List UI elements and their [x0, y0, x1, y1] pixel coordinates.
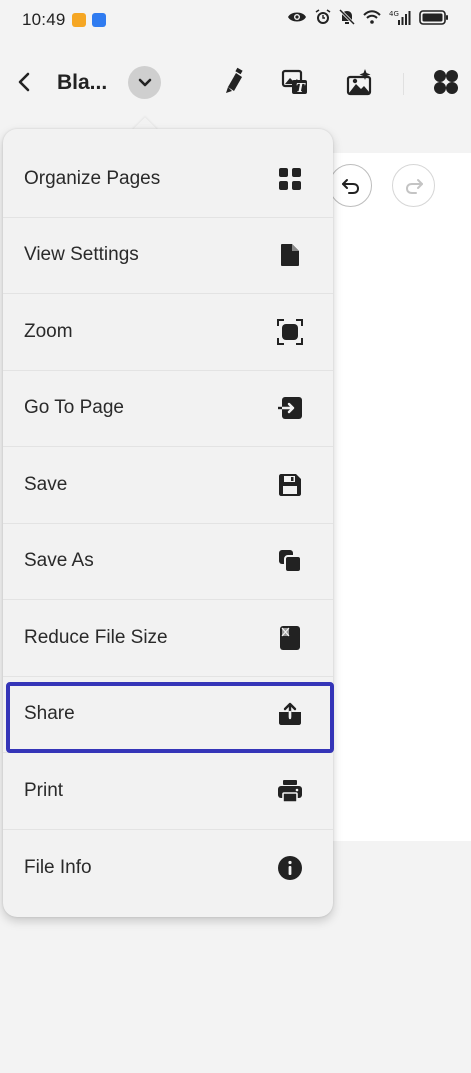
info-icon	[277, 855, 303, 881]
menu-item-reduce-file-size[interactable]: Reduce File Size	[3, 600, 333, 677]
undo-button[interactable]	[329, 164, 372, 207]
grid-icon	[277, 166, 303, 192]
menu-item-label: File Info	[24, 856, 92, 878]
redo-icon	[405, 178, 423, 194]
toolbar-divider	[403, 73, 404, 95]
mute-icon	[339, 9, 355, 25]
menu-item-label: Go To Page	[24, 397, 125, 419]
status-icons: 4G	[287, 9, 449, 25]
menu-item-label: Zoom	[24, 320, 73, 342]
go-to-page-icon	[277, 395, 303, 421]
redo-button[interactable]	[392, 164, 435, 207]
status-time: 10:49	[22, 10, 66, 29]
alarm-icon	[315, 9, 331, 24]
image-edit-icon[interactable]	[345, 67, 375, 97]
signal-icon: 4G	[389, 10, 411, 25]
status-bar: 10:49 4G	[0, 0, 471, 40]
back-arrow-icon[interactable]	[14, 68, 36, 96]
printer-icon	[277, 778, 303, 804]
compress-file-icon	[277, 625, 303, 651]
menu-item-label: Save	[24, 473, 68, 495]
file-menu: Organize Pages View Settings Zoom Go To …	[3, 129, 333, 917]
menu-item-view-settings[interactable]: View Settings	[3, 218, 333, 294]
menu-item-save[interactable]: Save	[3, 447, 333, 524]
notification-app-icon	[71, 13, 86, 27]
menu-item-organize-pages[interactable]: Organize Pages	[3, 141, 333, 218]
svg-text:T: T	[296, 81, 306, 95]
menu-item-label: Save As	[24, 550, 94, 572]
menu-dropdown-button[interactable]	[128, 66, 161, 99]
menu-item-label: View Settings	[24, 244, 139, 266]
apps-icon[interactable]	[431, 67, 461, 97]
undo-icon	[341, 178, 359, 194]
highlighter-icon[interactable]	[218, 67, 248, 97]
zoom-frame-icon	[277, 318, 303, 345]
battery-icon	[419, 9, 448, 25]
menu-item-file-info[interactable]: File Info	[3, 830, 333, 907]
copy-icon	[277, 548, 303, 574]
eye-icon	[288, 12, 306, 22]
floppy-disk-icon	[277, 472, 303, 498]
chevron-down-icon	[138, 78, 151, 86]
menu-item-label: Print	[24, 779, 64, 801]
document-icon	[277, 242, 303, 268]
menu-item-go-to-page[interactable]: Go To Page	[3, 371, 333, 447]
document-title[interactable]: Bla...	[57, 71, 107, 95]
top-toolbar: Bla... T	[0, 44, 471, 120]
menu-item-zoom[interactable]: Zoom	[3, 294, 333, 371]
share-highlight-box	[6, 682, 334, 753]
document-page[interactable]	[330, 153, 471, 841]
menu-item-save-as[interactable]: Save As	[3, 524, 333, 600]
menu-item-print[interactable]: Print	[3, 753, 333, 830]
wifi-icon	[363, 10, 381, 24]
svg-text:4G: 4G	[389, 10, 399, 18]
menu-item-label: Organize Pages	[24, 167, 161, 189]
image-text-icon[interactable]: T	[280, 67, 310, 97]
notification-app-icon	[91, 13, 106, 27]
menu-item-label: Reduce File Size	[24, 626, 168, 648]
